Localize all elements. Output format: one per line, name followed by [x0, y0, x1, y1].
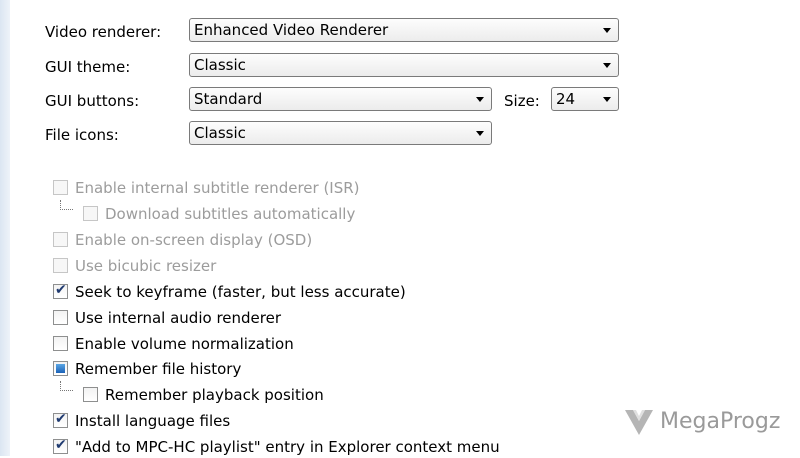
checkbox-box[interactable]: [53, 180, 68, 195]
checkbox-label: Seek to keyframe (faster, but less accur…: [75, 283, 406, 301]
checkmark-icon: ✔: [55, 282, 67, 298]
gui-buttons-value: Standard: [194, 90, 263, 108]
megaprogz-logo-icon: [625, 410, 653, 435]
checkbox-label: Enable on-screen display (OSD): [75, 231, 313, 249]
chevron-down-icon: [476, 131, 484, 136]
checkbox-label: Enable internal subtitle renderer (ISR): [75, 179, 360, 197]
checkbox-box[interactable]: [53, 258, 68, 273]
options-panel: Video renderer: Enhanced Video Renderer …: [10, 0, 800, 456]
gui-theme-select[interactable]: Classic: [189, 53, 619, 77]
file-icons-value: Classic: [194, 124, 246, 142]
gui-theme-label: GUI theme:: [45, 58, 131, 76]
tree-connector: [60, 200, 73, 210]
video-renderer-select[interactable]: Enhanced Video Renderer: [189, 18, 619, 42]
file-icons-select[interactable]: Classic: [189, 121, 492, 145]
size-value: 24: [556, 90, 576, 108]
gui-theme-value: Classic: [194, 56, 246, 74]
checkbox-label: Install language files: [75, 412, 231, 430]
checkbox-box[interactable]: [53, 361, 68, 376]
chevron-down-icon: [603, 28, 611, 33]
checkbox-box[interactable]: [53, 336, 68, 351]
video-renderer-label: Video renderer:: [45, 23, 162, 41]
gui-buttons-select[interactable]: Standard: [189, 87, 492, 111]
chevron-down-icon: [603, 97, 611, 102]
checkmark-icon: ✔: [55, 437, 67, 453]
checkbox-box[interactable]: ✔: [53, 411, 68, 428]
chevron-down-icon: [476, 97, 484, 102]
checkbox-label: Use bicubic resizer: [75, 257, 217, 275]
video-renderer-value: Enhanced Video Renderer: [194, 21, 389, 39]
checkbox-box[interactable]: [83, 387, 98, 402]
checkbox-box[interactable]: [53, 232, 68, 247]
checkbox-label: Enable volume normalization: [75, 335, 294, 353]
checkbox-label: Download subtitles automatically: [105, 205, 356, 223]
checkbox-box[interactable]: [53, 310, 68, 325]
tree-connector: [60, 381, 73, 391]
checkbox-label: Remember playback position: [105, 386, 324, 404]
checkmark-icon: ✔: [55, 411, 67, 427]
checkbox-label: "Add to MPC-HC playlist" entry in Explor…: [75, 438, 500, 456]
checkbox-box[interactable]: [83, 206, 98, 221]
gui-buttons-label: GUI buttons:: [45, 92, 140, 110]
checkbox-label: Use internal audio renderer: [75, 309, 282, 327]
checkbox-label: Remember file history: [75, 360, 242, 378]
chevron-down-icon: [603, 63, 611, 68]
size-select[interactable]: 24: [551, 87, 619, 111]
file-icons-label: File icons:: [45, 126, 119, 144]
size-label: Size:: [504, 92, 540, 110]
checkbox-box[interactable]: ✔: [53, 282, 68, 299]
indeterminate-square-icon: [56, 364, 65, 373]
checkbox-box[interactable]: ✔: [53, 437, 68, 454]
watermark-text: MegaProgz: [660, 409, 781, 434]
